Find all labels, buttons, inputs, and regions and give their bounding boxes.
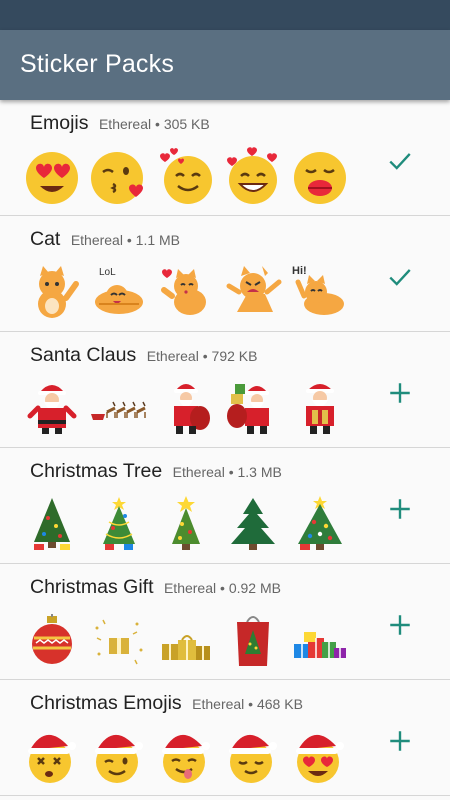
christmas-tree-decorated-sticker xyxy=(22,494,82,554)
cat-angry-sticker xyxy=(223,262,283,322)
pack-size: 468 KB xyxy=(256,696,303,712)
page-title: Sticker Packs xyxy=(20,50,175,78)
cat-hi-sticker: Hi! xyxy=(290,262,350,322)
sticker-pack-christmas-gift[interactable]: Christmas Gift Ethereal • 0.92 MB xyxy=(0,564,450,680)
santa-standing-sticker xyxy=(22,378,82,438)
plus-icon xyxy=(390,499,410,519)
svg-text:LoL: LoL xyxy=(99,267,116,278)
pack-publisher: Ethereal xyxy=(146,348,199,364)
sticker-pack-cat[interactable]: Cat Ethereal • 1.1 MB LoL Hi! xyxy=(0,216,450,332)
sticker-pack-emojis[interactable]: Emojis Ethereal • 305 KB xyxy=(0,100,450,216)
pack-publisher: Ethereal xyxy=(163,580,217,596)
pack-publisher: Ethereal xyxy=(70,232,123,248)
santa-hat-dizzy-emoji-sticker xyxy=(22,726,82,786)
add-pack-button[interactable] xyxy=(383,376,417,410)
cat-blowing-kiss-sticker xyxy=(156,262,216,322)
red-gift-bag-sticker xyxy=(223,610,283,670)
plus-icon xyxy=(390,383,410,403)
santa-hat-heart-eyes-emoji-sticker xyxy=(290,726,350,786)
santa-hat-relieved-emoji-sticker xyxy=(223,726,283,786)
plus-icon xyxy=(390,731,410,751)
christmas-tree-pine-sticker xyxy=(223,494,283,554)
pack-name: Christmas Tree xyxy=(30,460,163,482)
pack-added-check-button[interactable] xyxy=(383,144,417,178)
pack-name: Christmas Emojis xyxy=(30,692,182,714)
pack-meta: Ethereal • 305 KB xyxy=(98,116,210,132)
santa-holding-gift-sticker xyxy=(290,378,350,438)
santa-hat-wink-emoji-sticker xyxy=(89,726,149,786)
pack-header: Christmas Gift Ethereal • 0.92 MB xyxy=(30,576,281,599)
christmas-tree-lights-sticker xyxy=(89,494,149,554)
pack-header: Christmas Tree Ethereal • 1.3 MB xyxy=(30,460,282,483)
colorful-gift-pile-sticker xyxy=(290,610,350,670)
santa-with-gifts-sticker xyxy=(223,378,283,438)
pack-meta: Ethereal • 468 KB xyxy=(192,696,303,712)
pack-publisher: Ethereal xyxy=(98,116,152,132)
kiss-lips-emoji-sticker xyxy=(290,146,350,206)
hearts-smile-emoji-sticker xyxy=(156,146,216,206)
pack-meta: Ethereal • 0.92 MB xyxy=(163,580,281,596)
santa-with-sack-sticker xyxy=(156,378,216,438)
pack-meta: Ethereal • 1.1 MB xyxy=(70,232,181,248)
sticker-pack-christmas-emojis[interactable]: Christmas Emojis Ethereal • 468 KB xyxy=(0,680,450,796)
pack-meta: Ethereal • 792 KB xyxy=(146,348,258,364)
pack-added-check-button[interactable] xyxy=(383,260,417,294)
pack-header: Christmas Emojis Ethereal • 468 KB xyxy=(30,692,303,715)
pack-sticker-preview xyxy=(22,494,362,558)
grin-hearts-emoji-sticker xyxy=(223,146,283,206)
pack-sticker-preview xyxy=(22,726,362,790)
pack-name: Christmas Gift xyxy=(30,576,154,598)
cat-waving-sticker xyxy=(22,262,82,322)
pack-name: Emojis xyxy=(30,112,89,134)
sticker-pack-santa-claus[interactable]: Santa Claus Ethereal • 792 KB xyxy=(0,332,450,448)
christmas-tree-ornaments-sticker xyxy=(290,494,350,554)
pack-sticker-preview: LoL Hi! xyxy=(22,262,362,326)
pack-publisher: Ethereal xyxy=(172,464,225,480)
pack-size: 1.1 MB xyxy=(135,232,181,248)
add-pack-button[interactable] xyxy=(383,608,417,642)
kiss-wink-emoji-sticker xyxy=(89,146,149,206)
pack-size: 792 KB xyxy=(211,348,258,364)
plus-icon xyxy=(390,615,410,635)
app-bar: Sticker Packs xyxy=(0,30,450,100)
pack-publisher: Ethereal xyxy=(192,696,245,712)
heart-eyes-emoji-sticker xyxy=(22,146,82,206)
pack-sticker-preview xyxy=(22,378,362,442)
santa-sleigh-reindeer-sticker xyxy=(89,378,149,438)
christmas-ornament-ball-sticker xyxy=(22,610,82,670)
add-pack-button[interactable] xyxy=(383,492,417,526)
cat-lol-sticker: LoL xyxy=(89,262,149,322)
gift-sparkles-sticker xyxy=(89,610,149,670)
svg-text:Hi!: Hi! xyxy=(292,265,307,277)
pack-size: 1.3 MB xyxy=(237,464,282,480)
christmas-tree-star-sticker xyxy=(156,494,216,554)
pack-sticker-preview xyxy=(22,610,362,674)
add-pack-button[interactable] xyxy=(383,724,417,758)
pack-name: Santa Claus xyxy=(30,344,137,366)
pack-header: Emojis Ethereal • 305 KB xyxy=(30,112,210,135)
sticker-pack-list[interactable]: Emojis Ethereal • 305 KB Cat Ethereal • … xyxy=(0,100,450,796)
santa-hat-tongue-emoji-sticker xyxy=(156,726,216,786)
pack-sticker-preview xyxy=(22,146,362,210)
pack-size: 305 KB xyxy=(163,116,210,132)
status-bar xyxy=(0,0,450,30)
gold-gifts-sticker xyxy=(156,610,216,670)
pack-meta: Ethereal • 1.3 MB xyxy=(172,464,282,480)
pack-name: Cat xyxy=(30,228,61,250)
pack-header: Cat Ethereal • 1.1 MB xyxy=(30,228,180,251)
sticker-pack-christmas-tree[interactable]: Christmas Tree Ethereal • 1.3 MB xyxy=(0,448,450,564)
pack-size: 0.92 MB xyxy=(228,580,281,596)
pack-header: Santa Claus Ethereal • 792 KB xyxy=(30,344,257,367)
check-icon xyxy=(389,153,411,170)
check-icon xyxy=(389,269,411,286)
